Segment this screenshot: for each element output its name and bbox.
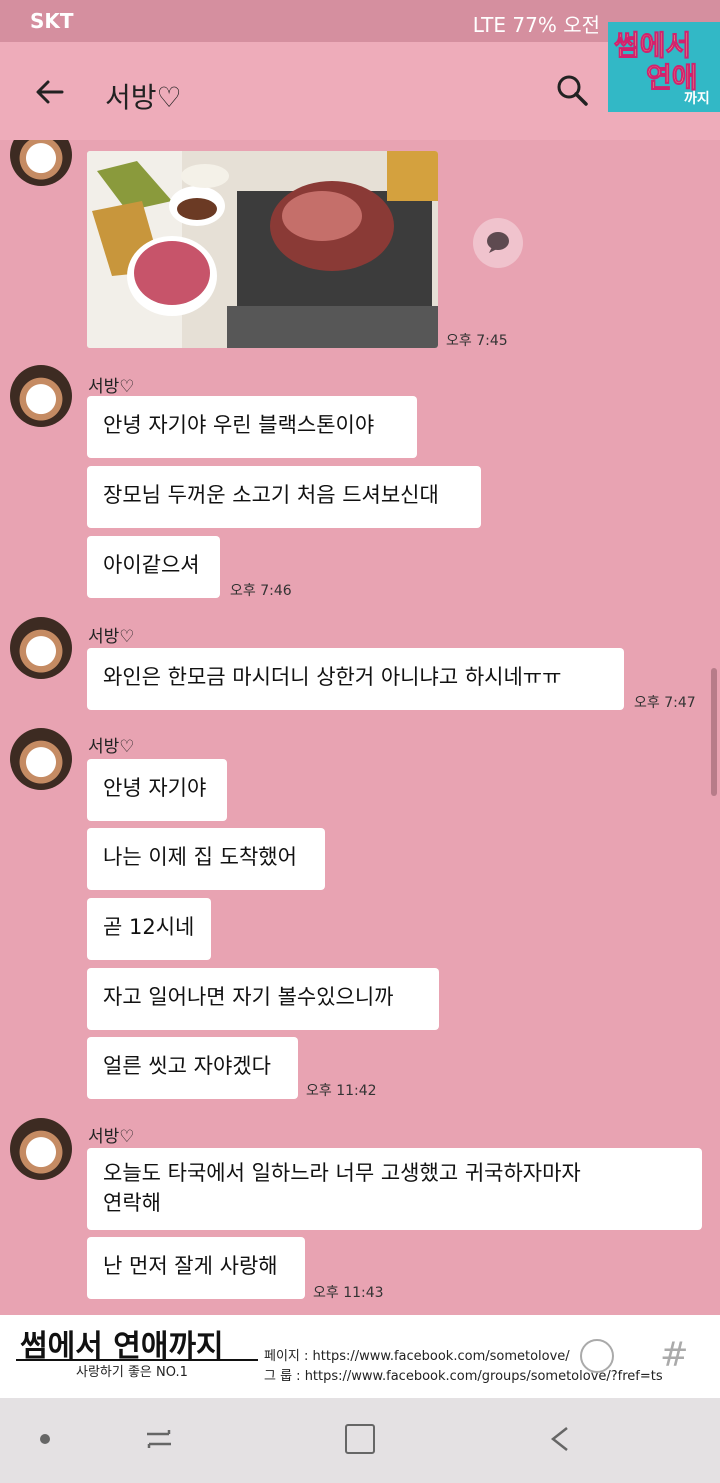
- watermark-logo: 썸에서 연애 까지: [608, 22, 720, 112]
- message-time: 오후 11:43: [313, 1285, 384, 1301]
- watermark-line3: 까지: [684, 91, 710, 107]
- banner-subtitle: 사랑하기 좋은 NO.1: [76, 1365, 188, 1380]
- message-time: 오후 7:46: [230, 583, 292, 599]
- avatar[interactable]: [10, 1118, 72, 1180]
- nav-back-icon[interactable]: [545, 1422, 579, 1456]
- emoji-icon[interactable]: [580, 1339, 614, 1373]
- message-time: 오후 11:42: [306, 1083, 377, 1099]
- message-bubble[interactable]: 안녕 자기야 우린 블랙스톤이야: [87, 396, 417, 458]
- system-nav-bar: [0, 1398, 720, 1483]
- carrier-label: SKT: [30, 9, 74, 33]
- avatar[interactable]: [10, 617, 72, 679]
- sender-name: 서방♡: [88, 627, 135, 647]
- message-bubble[interactable]: 난 먼저 잘게 사랑해: [87, 1237, 305, 1299]
- message-bubble[interactable]: 나는 이제 집 도착했어: [87, 828, 325, 890]
- avatar[interactable]: [10, 140, 72, 186]
- message-bubble[interactable]: 안녕 자기야: [87, 759, 227, 821]
- message-bubble[interactable]: 아이같으셔: [87, 536, 220, 598]
- sender-name: 서방♡: [88, 1127, 135, 1147]
- sender-name: 서방♡: [88, 737, 135, 757]
- status-indicators: LTE 77% 오전: [472, 13, 600, 37]
- shared-photo[interactable]: [87, 151, 438, 348]
- nav-dot-icon[interactable]: [40, 1434, 50, 1444]
- avatar[interactable]: [10, 365, 72, 427]
- share-bubble-icon[interactable]: [473, 218, 523, 268]
- chat-area[interactable]: 오후 7:45 서방♡ 안녕 자기야 우린 블랙스톤이야 장모님 두꺼운 소고기…: [0, 140, 720, 1315]
- message-bubble[interactable]: 얼른 씻고 자야겠다: [87, 1037, 298, 1099]
- home-icon[interactable]: [345, 1424, 375, 1454]
- message-bubble[interactable]: 장모님 두꺼운 소고기 처음 드셔보신대: [87, 466, 481, 528]
- message-bubble[interactable]: 오늘도 타국에서 일하느라 너무 고생했고 귀국하자마자 연락해: [87, 1148, 702, 1230]
- message-time: 오후 7:45: [446, 333, 508, 349]
- footer-banner: 썸에서 연애까지 사랑하기 좋은 NO.1 페이지 : https://www.…: [0, 1315, 720, 1398]
- message-line: 연락해: [103, 1191, 161, 1215]
- message-bubble[interactable]: 자고 일어나면 자기 볼수있으니까: [87, 968, 439, 1030]
- hashtag-icon[interactable]: #: [660, 1335, 689, 1375]
- message-line: 오늘도 타국에서 일하느라 너무 고생했고 귀국하자마자: [103, 1161, 581, 1185]
- scrollbar[interactable]: [711, 668, 717, 796]
- search-icon[interactable]: [554, 72, 592, 110]
- avatar[interactable]: [10, 728, 72, 790]
- chat-title: 서방♡: [105, 81, 182, 114]
- message-bubble[interactable]: 곧 12시네: [87, 898, 211, 960]
- back-arrow-icon[interactable]: [30, 72, 70, 112]
- message-time: 오후 7:47: [634, 695, 696, 711]
- message-bubble[interactable]: 와인은 한모금 마시더니 상한거 아니냐고 하시네ㅠㅠ: [87, 648, 624, 710]
- recent-apps-icon[interactable]: [143, 1424, 175, 1454]
- sender-name: 서방♡: [88, 377, 135, 397]
